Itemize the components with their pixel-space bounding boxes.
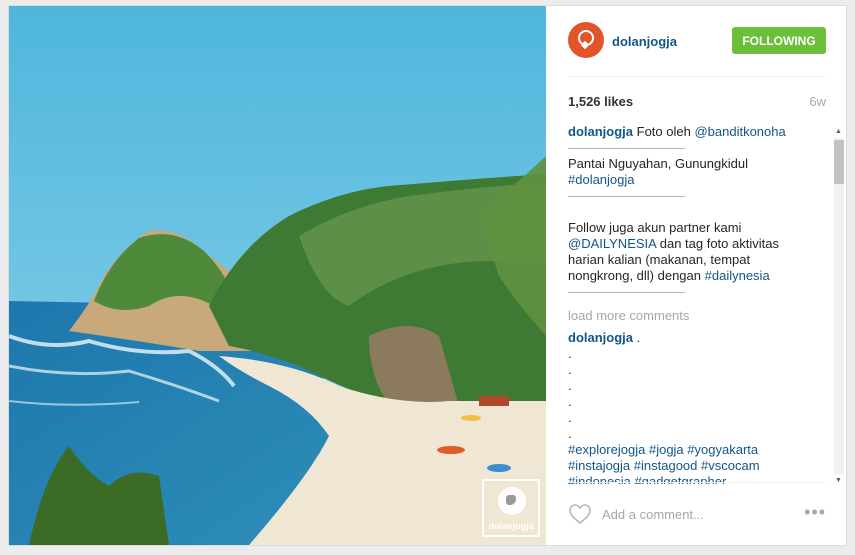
following-button[interactable]: FOLLOWING (732, 27, 826, 54)
scroll-track[interactable] (834, 138, 844, 474)
caption-line: dolanjogja Foto oleh @banditkonoha (568, 124, 818, 140)
username-link[interactable]: dolanjogja (612, 34, 677, 49)
comment-footer: ••• (568, 482, 826, 545)
comment-dot: . (568, 426, 572, 441)
hashtag-link[interactable]: #dolanjogja (568, 172, 635, 187)
divider-line: ————————— (568, 284, 685, 299)
hashtag-link[interactable]: #yogyakarta (687, 442, 758, 457)
comment-dot: . (568, 362, 572, 377)
hashtag-link[interactable]: #instajogja (568, 458, 630, 473)
more-options-icon[interactable]: ••• (804, 503, 826, 521)
scroll-thumb[interactable] (834, 140, 844, 184)
caption-location: Pantai Nguyahan, Gunungkidul (568, 156, 748, 171)
post-sidebar: dolanjogja FOLLOWING 1,526 likes 6w dola… (546, 6, 846, 545)
hashtag-link[interactable]: #vscocam (701, 458, 760, 473)
post-age[interactable]: 6w (809, 94, 826, 109)
comment-username[interactable]: dolanjogja (568, 330, 633, 345)
follow-text: Follow juga akun partner kami (568, 220, 742, 235)
watermark-text: dolanjogja (488, 521, 534, 531)
credit-link[interactable]: @banditkonoha (694, 124, 785, 139)
comments-list[interactable]: dolanjogja Foto oleh @banditkonoha —————… (568, 124, 818, 484)
hashtag-link[interactable]: #explorejogja (568, 442, 645, 457)
likes-count[interactable]: 1,526 likes (568, 94, 633, 109)
divider-line: ————————— (568, 140, 685, 155)
post-card: dolanjogja dolanjogja FOLLOWING 1,526 li… (9, 6, 846, 545)
comment-line: dolanjogja . (568, 330, 818, 346)
post-header: dolanjogja FOLLOWING (568, 6, 826, 77)
partner-link[interactable]: @DAILYNESIA (568, 236, 656, 251)
post-photo[interactable]: dolanjogja (9, 6, 546, 545)
comment-text: . (636, 330, 641, 345)
profile-logo-icon (578, 30, 594, 46)
scroll-down-icon[interactable]: ▼ (835, 477, 842, 484)
hashtag-link[interactable]: #instagood (634, 458, 698, 473)
location-pin-icon (498, 487, 526, 515)
caption-follow-text: Follow juga akun partner kami @DAILYNESI… (568, 220, 818, 284)
comment-dot: . (568, 346, 572, 361)
caption-username[interactable]: dolanjogja (568, 124, 633, 139)
heart-icon[interactable] (568, 503, 592, 525)
caption-intro: Foto oleh (636, 124, 691, 139)
comment-dot: . (568, 378, 572, 393)
comments-scrollbar[interactable]: ▲ ▼ (832, 126, 844, 486)
comment-dot: . (568, 410, 572, 425)
add-comment-input[interactable] (602, 503, 782, 525)
watermark-logo: dolanjogja (482, 479, 540, 537)
divider-line: ————————— (568, 188, 685, 203)
load-more-comments[interactable]: load more comments (568, 308, 818, 324)
avatar[interactable] (568, 22, 604, 58)
beach-photo (9, 6, 546, 545)
comment-dot: . (568, 394, 572, 409)
partner-tag-link[interactable]: #dailynesia (705, 268, 770, 283)
scroll-up-icon[interactable]: ▲ (835, 128, 842, 135)
hashtag-link[interactable]: #jogja (649, 442, 684, 457)
